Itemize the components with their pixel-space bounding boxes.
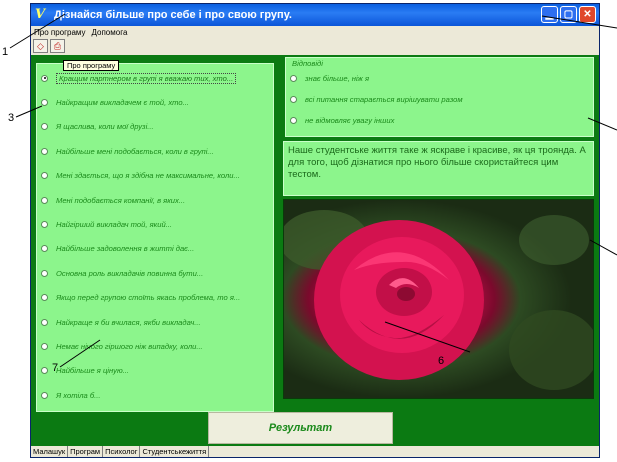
eraser-icon[interactable]: ◇ (33, 39, 48, 53)
close-icon[interactable]: ✕ (579, 6, 596, 23)
rose-image (283, 199, 594, 399)
window-controls: ▁ ▢ ✕ (541, 6, 596, 23)
question-label: Я щаслива, коли мої друзі... (56, 122, 154, 132)
radio-button[interactable] (41, 391, 48, 399)
question-label: Найгірший викладач той, який... (56, 219, 173, 229)
question-item[interactable]: Мені здається, що я здібна не максимальн… (41, 169, 240, 183)
title-bar[interactable]: V Дізнайся більше про себе і про свою гр… (31, 4, 599, 26)
radio-button[interactable] (41, 342, 48, 350)
question-item[interactable]: Мені подобається компанії, в яких... (41, 193, 185, 207)
radio-button[interactable] (41, 220, 48, 228)
answer-item[interactable]: всі питання старається вирішувати разом (290, 93, 463, 105)
question-item[interactable]: Я щаслива, коли мої друзі... (41, 120, 154, 134)
question-item[interactable]: Основна роль викладачів повинна бути... (41, 266, 203, 280)
question-label: Я хотіла б... (56, 390, 101, 400)
answer-item[interactable]: знає більше, ніж я (290, 72, 369, 84)
answer-label: не відмовляє увагу інших (305, 115, 395, 125)
question-label: Найбільше я ціную... (56, 366, 130, 376)
print-icon[interactable]: ⎙ (50, 39, 65, 53)
toolbar: ◇ ⎙ (31, 39, 599, 55)
status-psychologist: Психолог (103, 446, 141, 457)
answer-label: знає більше, ніж я (305, 73, 370, 83)
radio-button[interactable] (41, 147, 48, 155)
status-program: Програм (68, 446, 104, 457)
question-item[interactable]: Немає нічого гіршого ніж випадку, коли..… (41, 339, 203, 353)
question-label: Мені здається, що я здібна не максимальн… (56, 171, 240, 181)
radio-button[interactable] (41, 269, 48, 277)
radio-button[interactable] (41, 367, 48, 375)
radio-button[interactable] (290, 74, 297, 82)
question-label: Якщо перед групою стоїть якась проблема,… (56, 293, 241, 303)
tooltip: Про програму (63, 60, 120, 71)
radio-button[interactable] (290, 116, 297, 124)
callout-3: 3 (8, 112, 15, 124)
question-item[interactable]: Найкращим викладачем є той, хто... (41, 95, 189, 109)
menu-bar: Про програму Допомога (31, 26, 599, 39)
questions-panel: Кращим партнером в групі я вважаю тих, х… (36, 63, 274, 412)
radio-button[interactable] (41, 196, 48, 204)
radio-button[interactable] (290, 95, 297, 103)
status-author: Малашук (31, 446, 69, 457)
question-item[interactable]: Найбільше мені подобається, коли в групі… (41, 144, 214, 158)
result-button[interactable]: Результат (208, 412, 393, 444)
answer-label: всі питання старається вирішувати разом (305, 94, 463, 104)
question-label: Найкраще я би вчилася, якби викладач... (56, 317, 201, 327)
radio-button[interactable] (41, 74, 48, 82)
status-bar: Малашук Програм Психолог Студентськежитт… (31, 446, 599, 457)
question-label: Основна роль викладачів повинна бути... (56, 268, 204, 278)
question-label: Мені подобається компанії, в яких... (56, 195, 186, 205)
question-item[interactable]: Найгірший викладач той, який... (41, 217, 172, 231)
rose-picture (284, 210, 593, 390)
question-item[interactable]: Я хотіла б... (41, 388, 100, 402)
question-label: Немає нічого гіршого ніж випадку, коли..… (56, 341, 203, 351)
info-text: Наше студентське життя таке ж яскраве і … (283, 141, 594, 196)
menu-help[interactable]: Допомога (89, 26, 131, 39)
radio-button[interactable] (41, 172, 48, 180)
callout-6: 6 (438, 355, 445, 367)
question-item[interactable]: Кращим партнером в групі я вважаю тих, х… (41, 71, 237, 85)
question-label: Найбільше задоволення в житті дає... (56, 244, 195, 254)
radio-button[interactable] (41, 123, 48, 131)
minimize-icon[interactable]: ▁ (541, 6, 558, 23)
app-window: V Дізнайся більше про себе і про свою гр… (30, 3, 600, 458)
radio-button[interactable] (41, 245, 48, 253)
window-title: Дізнайся більше про себе і про свою груп… (54, 9, 292, 21)
app-icon: V (35, 7, 46, 22)
menu-about[interactable]: Про програму (31, 26, 89, 39)
status-student-life: Студентськежиття (140, 446, 210, 457)
question-label: Найкращим викладачем є той, хто... (56, 97, 189, 107)
radio-button[interactable] (41, 98, 48, 106)
question-item[interactable]: Найкраще я би вчилася, якби викладач... (41, 315, 201, 329)
callout-1: 1 (2, 46, 9, 58)
callout-7: 7 (52, 362, 59, 374)
radio-button[interactable] (41, 318, 48, 326)
question-item[interactable]: Найбільше задоволення в житті дає... (41, 242, 194, 256)
maximize-icon[interactable]: ▢ (560, 6, 577, 23)
question-label: Кращим партнером в групі я вважаю тих, х… (56, 72, 237, 84)
question-label: Найбільше мені подобається, коли в групі… (56, 146, 214, 156)
answer-item[interactable]: не відмовляє увагу інших (290, 114, 394, 126)
answers-panel: Відповіді знає більше, ніж я всі питання … (285, 57, 594, 137)
question-item[interactable]: Якщо перед групою стоїть якась проблема,… (41, 291, 240, 305)
main-area: Кращим партнером в групі я вважаю тих, х… (31, 55, 599, 446)
radio-button[interactable] (41, 294, 48, 302)
answers-legend: Відповіді (292, 59, 323, 68)
